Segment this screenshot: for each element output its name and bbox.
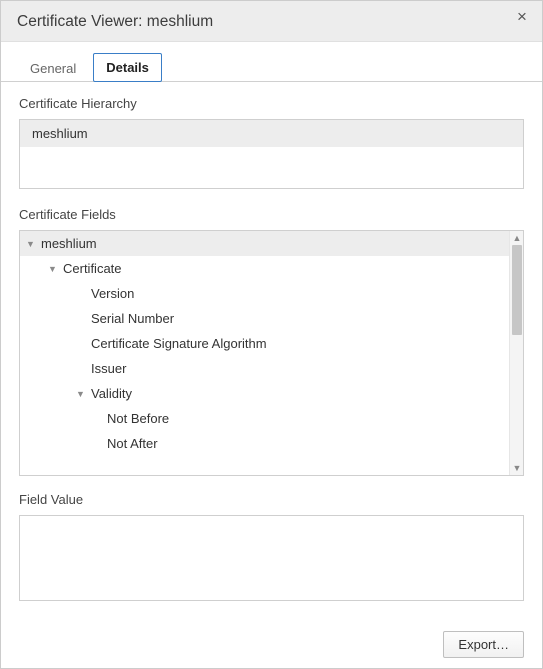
hierarchy-label: Certificate Hierarchy xyxy=(19,96,524,111)
dialog-header: Certificate Viewer: meshlium × xyxy=(1,1,542,42)
tree-label: Not Before xyxy=(107,411,169,426)
hierarchy-tree[interactable]: meshlium xyxy=(19,119,524,189)
tree-row-issuer[interactable]: Issuer xyxy=(20,356,509,381)
tab-general[interactable]: General xyxy=(17,54,89,82)
tree-row-sig-algo[interactable]: Certificate Signature Algorithm xyxy=(20,331,509,356)
dialog-body: Certificate Hierarchy meshlium Certifica… xyxy=(1,82,542,611)
dialog-title: Certificate Viewer: meshlium xyxy=(17,13,213,30)
tree-row-version[interactable]: Version xyxy=(20,281,509,306)
chevron-down-icon: ▼ xyxy=(76,389,86,399)
tree-row-certificate[interactable]: ▼ Certificate xyxy=(20,256,509,281)
dialog-footer: Export… xyxy=(443,631,524,658)
close-icon[interactable]: × xyxy=(510,5,534,29)
scroll-thumb[interactable] xyxy=(512,245,522,335)
tree-label: Certificate xyxy=(63,261,122,276)
fields-label: Certificate Fields xyxy=(19,207,524,222)
tree-label: Not After xyxy=(107,436,158,451)
tree-label: Issuer xyxy=(91,361,126,376)
fields-tree: ▼ meshlium ▼ Certificate Version Serial … xyxy=(19,230,524,476)
tree-label: Validity xyxy=(91,386,132,401)
tab-bar: General Details xyxy=(1,42,542,82)
tree-label: Certificate Signature Algorithm xyxy=(91,336,267,351)
tree-row-validity[interactable]: ▼ Validity xyxy=(20,381,509,406)
field-value-label: Field Value xyxy=(19,492,524,507)
chevron-down-icon: ▼ xyxy=(48,264,58,274)
scroll-up-icon[interactable]: ▲ xyxy=(510,231,524,245)
tree-row-not-before[interactable]: Not Before xyxy=(20,406,509,431)
tree-label: Serial Number xyxy=(91,311,174,326)
certificate-viewer-dialog: Certificate Viewer: meshlium × General D… xyxy=(0,0,543,669)
chevron-down-icon: ▼ xyxy=(26,239,36,249)
hierarchy-item[interactable]: meshlium xyxy=(20,120,523,147)
tree-label: Version xyxy=(91,286,134,301)
scrollbar[interactable]: ▲ ▼ xyxy=(509,231,523,475)
tree-row-not-after[interactable]: Not After xyxy=(20,431,509,456)
tree-row-root[interactable]: ▼ meshlium xyxy=(20,231,509,256)
field-value-box[interactable] xyxy=(19,515,524,601)
scroll-down-icon[interactable]: ▼ xyxy=(510,461,524,475)
export-button[interactable]: Export… xyxy=(443,631,524,658)
tree-row-serial-number[interactable]: Serial Number xyxy=(20,306,509,331)
tab-details[interactable]: Details xyxy=(93,53,162,82)
tree-label: meshlium xyxy=(41,236,97,251)
